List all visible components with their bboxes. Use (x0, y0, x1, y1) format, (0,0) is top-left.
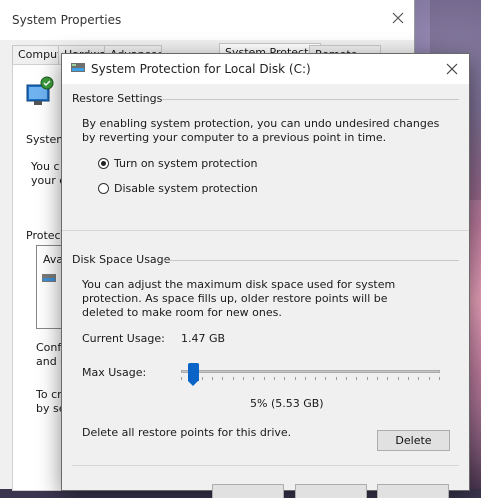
slider-tick (377, 377, 378, 380)
slider-tick (305, 377, 306, 380)
close-icon[interactable] (390, 10, 406, 26)
slider-tick (439, 377, 440, 380)
close-icon[interactable] (444, 61, 460, 77)
slider-tick (398, 377, 399, 380)
system-properties-title: System Properties (12, 13, 122, 27)
disable-protection-option[interactable]: Disable system protection (98, 182, 258, 195)
slider-tick (264, 377, 265, 380)
max-usage-slider-thumb[interactable] (188, 363, 200, 386)
max-usage-value: 5% (5.53 GB) (250, 397, 324, 410)
restore-settings-rule (162, 99, 459, 100)
disk-space-header: Disk Space Usage (72, 253, 171, 266)
system-protection-dialog: System Protection for Local Disk (C:) Re… (61, 53, 470, 498)
delete-description: Delete all restore points for this drive… (82, 426, 292, 439)
current-usage-label: Current Usage: (82, 332, 165, 345)
slider-tick (367, 377, 368, 380)
slider-tick (346, 377, 347, 380)
drive-icon (42, 274, 56, 282)
restore-settings-header: Restore Settings (72, 92, 163, 105)
apply-button[interactable] (377, 484, 449, 498)
section-divider (62, 230, 469, 231)
dialog-titlebar: System Protection for Local Disk (C:) (62, 54, 469, 84)
slider-tick (202, 377, 203, 380)
slider-tick (315, 377, 316, 380)
slider-tick (336, 377, 337, 380)
slider-tick (243, 377, 244, 380)
slider-tick (253, 377, 254, 380)
fragment-to-cr: To cr (36, 388, 62, 401)
max-usage-slider-ticks (181, 377, 440, 381)
slider-tick (274, 377, 275, 380)
turn-on-protection-radio[interactable] (98, 158, 109, 169)
slider-tick (325, 377, 326, 380)
slider-tick (356, 377, 357, 380)
slider-tick (181, 377, 182, 380)
slider-tick (222, 377, 223, 380)
slider-tick (387, 377, 388, 380)
disk-space-rule (163, 260, 459, 261)
slider-tick (295, 377, 296, 380)
slider-tick (233, 377, 234, 380)
max-usage-slider-track[interactable] (181, 370, 440, 373)
system-properties-titlebar: System Properties (0, 0, 414, 40)
slider-tick (408, 377, 409, 380)
slider-tick (418, 377, 419, 380)
footer-divider (72, 465, 459, 466)
turn-on-protection-option[interactable]: Turn on system protection (98, 157, 257, 170)
dialog-title: System Protection for Local Disk (C:) (91, 62, 311, 76)
ok-button[interactable] (212, 484, 284, 498)
max-usage-label: Max Usage: (82, 366, 147, 379)
disable-protection-radio[interactable] (98, 183, 109, 194)
slider-tick (284, 377, 285, 380)
turn-on-protection-label: Turn on system protection (114, 157, 258, 170)
delete-button[interactable]: Delete (377, 430, 450, 451)
restore-settings-description: By enabling system protection, you can u… (82, 117, 440, 144)
cancel-button[interactable] (295, 484, 367, 498)
fragment-you-c: You c (31, 160, 60, 173)
disk-space-description: You can adjust the maximum disk space us… (82, 278, 396, 319)
slider-tick (212, 377, 213, 380)
computer-shield-icon (26, 76, 54, 105)
current-usage-value: 1.47 GB (181, 332, 226, 345)
slider-tick (429, 377, 430, 380)
drive-icon (71, 63, 85, 72)
disable-protection-label: Disable system protection (114, 182, 258, 195)
